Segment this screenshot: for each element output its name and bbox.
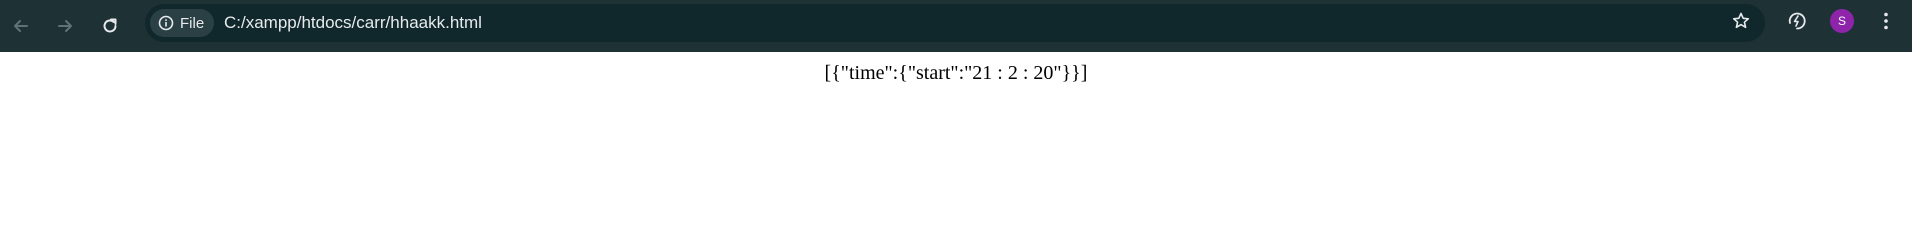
site-info-chip[interactable]: File bbox=[150, 9, 215, 37]
back-button[interactable] bbox=[3, 8, 39, 44]
arrow-right-icon bbox=[55, 16, 75, 36]
reload-button[interactable] bbox=[92, 8, 128, 44]
performance-button[interactable] bbox=[1783, 9, 1811, 37]
page-content: [{"time":{"start":"21 : 2 : 20"}}] bbox=[0, 52, 1912, 232]
arrow-left-icon bbox=[11, 16, 31, 36]
site-info-label: File bbox=[180, 14, 205, 32]
json-output-text: [{"time":{"start":"21 : 2 : 20"}}] bbox=[824, 62, 1088, 84]
forward-button[interactable] bbox=[47, 8, 83, 44]
address-bar[interactable]: File C:/xampp/htdocs/carr/hhaakk.html bbox=[145, 4, 1765, 42]
star-icon bbox=[1731, 11, 1751, 36]
bookmark-button[interactable] bbox=[1729, 11, 1753, 35]
browser-toolbar: File C:/xampp/htdocs/carr/hhaakk.html S bbox=[0, 0, 1912, 52]
info-icon bbox=[158, 15, 174, 31]
url-text[interactable]: C:/xampp/htdocs/carr/hhaakk.html bbox=[224, 4, 482, 42]
kebab-menu-icon bbox=[1883, 11, 1889, 36]
avatar[interactable]: S bbox=[1830, 9, 1854, 33]
performance-icon bbox=[1786, 10, 1808, 37]
menu-button[interactable] bbox=[1874, 9, 1898, 37]
reload-icon bbox=[100, 16, 120, 36]
